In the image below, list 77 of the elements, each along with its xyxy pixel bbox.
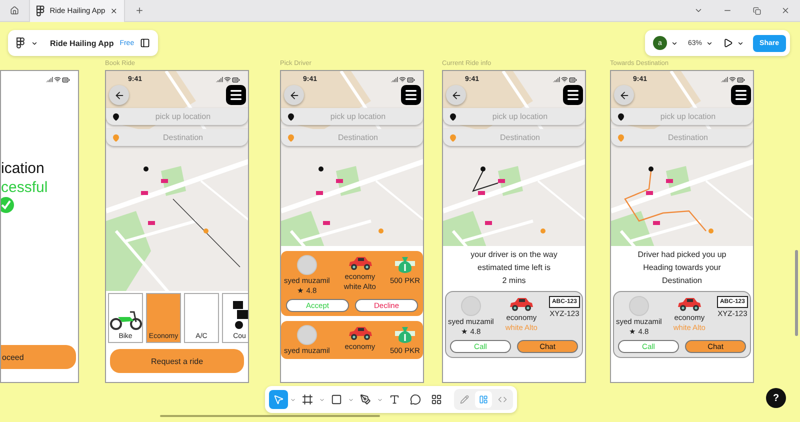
status-message: your driver is on the way xyxy=(470,250,558,259)
caret-icon[interactable] xyxy=(31,40,38,46)
proceed-button[interactable]: oceed xyxy=(1,345,76,369)
file-name: Ride Hailing App xyxy=(50,38,114,48)
destination-field[interactable]: Destination xyxy=(611,129,753,146)
pin-icon xyxy=(287,134,295,142)
pickup-field[interactable]: pick up location xyxy=(281,108,423,125)
signal-icon xyxy=(391,76,398,82)
signal-icon xyxy=(721,76,728,82)
money-bag-icon xyxy=(394,255,415,275)
avatar-placeholder xyxy=(296,255,317,275)
arrow-left-icon xyxy=(450,90,462,100)
pin-icon xyxy=(287,112,295,120)
caret-icon[interactable] xyxy=(706,40,714,46)
battery-icon xyxy=(232,76,240,84)
wifi-icon xyxy=(399,76,406,82)
menu-button[interactable] xyxy=(563,85,583,105)
caret-icon[interactable] xyxy=(737,40,744,46)
menu-icon xyxy=(229,88,243,102)
file-menu-icon[interactable] xyxy=(16,37,25,49)
menu-button[interactable] xyxy=(226,85,246,105)
menu-icon xyxy=(404,88,418,102)
car-icon xyxy=(346,325,373,341)
heading-text: cessful xyxy=(1,178,49,197)
design-mode-icon[interactable] xyxy=(475,391,492,408)
pin-icon xyxy=(449,134,457,142)
pin-icon xyxy=(617,134,625,142)
avatar-placeholder xyxy=(460,296,481,316)
signal-icon xyxy=(216,76,223,82)
wifi-icon xyxy=(729,76,736,82)
avatar-placeholder xyxy=(296,325,317,345)
car-icon xyxy=(346,255,373,271)
close-icon[interactable] xyxy=(110,6,118,14)
play-icon[interactable] xyxy=(723,38,734,48)
pickup-field[interactable]: pick up location xyxy=(443,108,585,125)
wifi-icon xyxy=(561,76,568,82)
menu-icon xyxy=(734,88,748,102)
request-ride-button[interactable]: Request a ride xyxy=(110,349,244,373)
battery-icon xyxy=(569,76,577,84)
pin-icon xyxy=(617,112,625,120)
signal-icon xyxy=(46,76,53,82)
battery-icon xyxy=(407,76,415,84)
menu-icon xyxy=(566,88,580,102)
arrow-left-icon xyxy=(618,90,630,100)
car-icon xyxy=(508,296,534,312)
menu-button[interactable] xyxy=(401,85,421,105)
sidebar-toggle-icon[interactable] xyxy=(140,38,150,48)
pointer-icon[interactable] xyxy=(269,390,288,409)
arrow-left-icon xyxy=(288,90,300,100)
help-button[interactable]: ? xyxy=(766,388,786,408)
pickup-field[interactable]: pick up location xyxy=(106,108,248,125)
car-icon xyxy=(676,296,702,312)
arrow-left-icon xyxy=(114,90,124,100)
destination-field[interactable]: Destination xyxy=(106,129,248,146)
pickup-field[interactable]: pick up location xyxy=(611,108,753,125)
delivery-boxes-icon xyxy=(230,300,248,330)
destination-field[interactable]: Destination xyxy=(281,129,423,146)
heading-text: ication xyxy=(1,159,46,178)
pin-icon xyxy=(449,112,457,120)
money-bag-icon xyxy=(394,325,415,345)
status-message: Heading towards your xyxy=(643,263,721,272)
pin-icon xyxy=(112,112,120,120)
status-message: Destination xyxy=(662,276,702,285)
pin-icon xyxy=(112,134,120,142)
signal-icon xyxy=(553,76,560,82)
wifi-icon xyxy=(224,76,231,82)
wifi-icon xyxy=(54,76,61,82)
battery-icon xyxy=(737,76,745,84)
menu-button[interactable] xyxy=(731,85,751,105)
avatar-placeholder xyxy=(628,296,649,316)
status-message: estimated time left is xyxy=(478,263,550,272)
destination-field[interactable]: Destination xyxy=(443,129,585,146)
status-message: 2 mins xyxy=(502,276,526,285)
status-message: Driver had picked you up xyxy=(638,250,726,259)
battery-icon xyxy=(62,76,70,84)
file-menu-icon[interactable] xyxy=(36,4,45,16)
caret-icon[interactable] xyxy=(671,40,678,46)
